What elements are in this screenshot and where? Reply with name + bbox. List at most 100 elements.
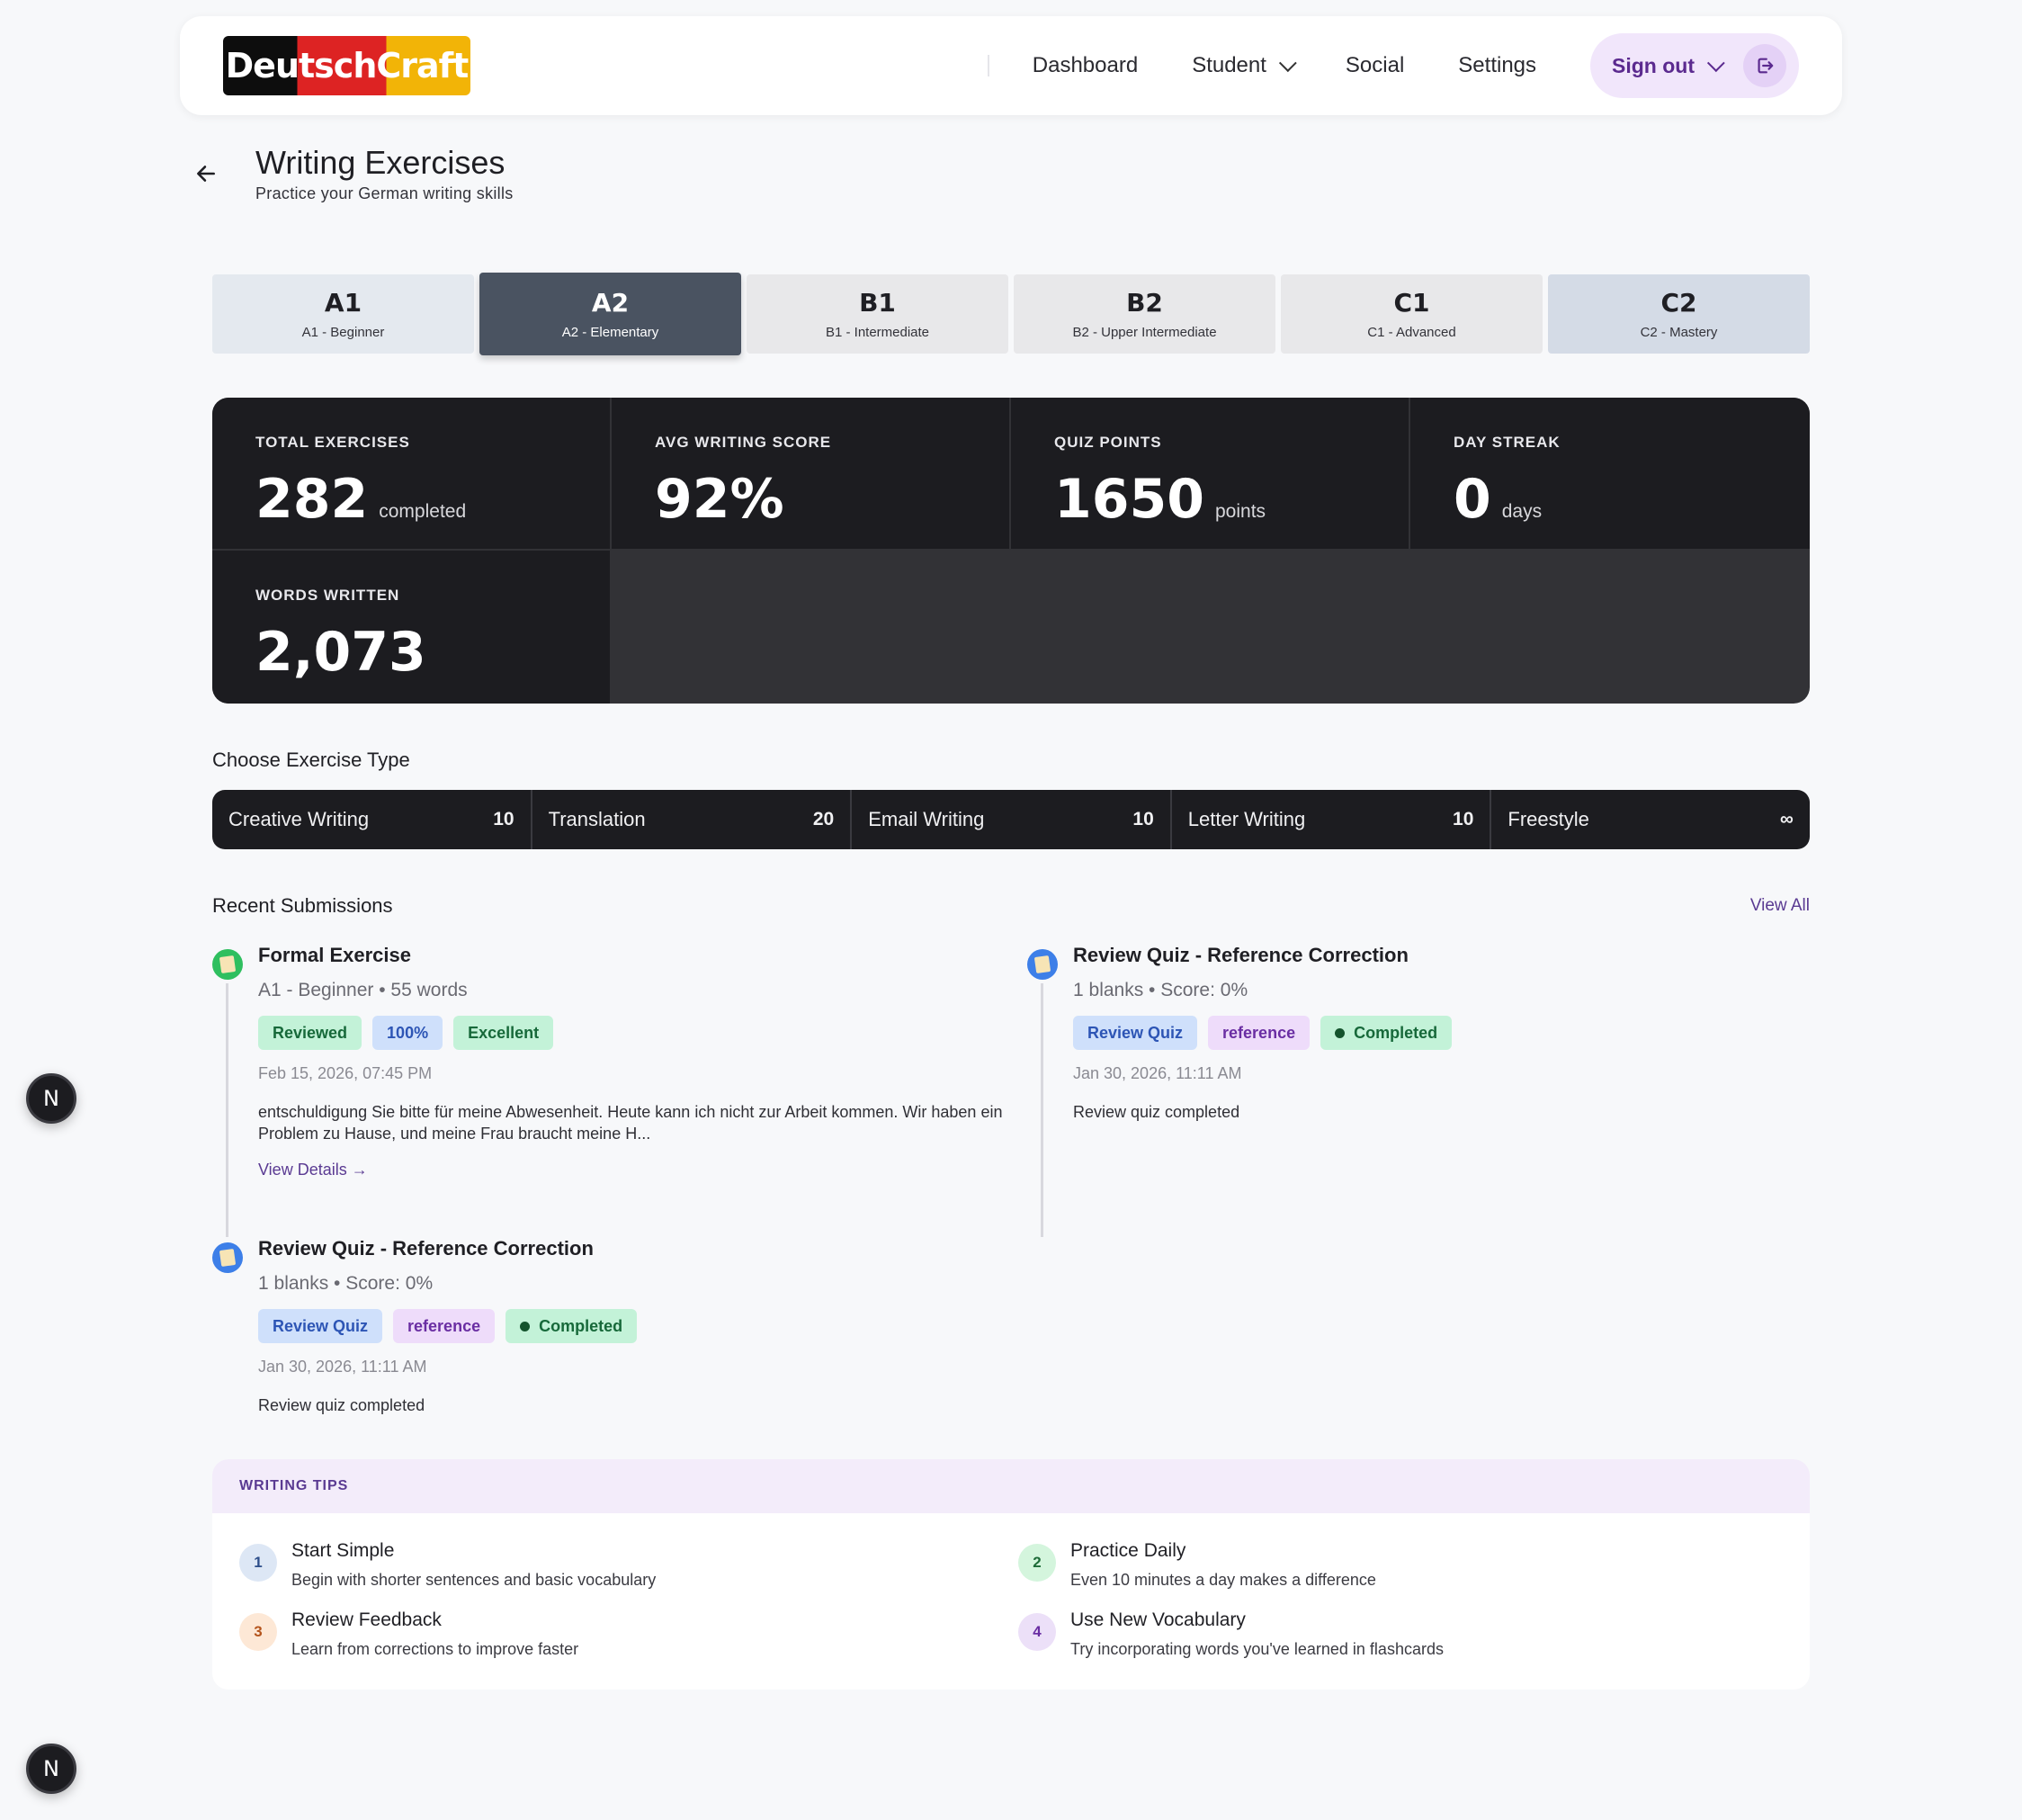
level-code: B1 [859, 288, 896, 318]
exercise-type-email-writing[interactable]: Email Writing 10 [852, 790, 1172, 849]
stat-avg-writing-score: AVG WRITING SCORE 92% [612, 398, 1009, 549]
level-code: C1 [1393, 288, 1430, 318]
submission-excerpt: Review quiz completed [258, 1396, 425, 1414]
level-tab-a2[interactable]: A2 A2 - Elementary [479, 273, 741, 355]
tip-item: 3 Review Feedback Learn from corrections … [239, 1609, 578, 1659]
level-name: B2 - Upper Intermediate [1072, 325, 1217, 340]
stat-value: 92% [655, 468, 784, 531]
tip-title: Use New Vocabulary [1070, 1609, 1246, 1630]
view-details-link[interactable]: View Details → [258, 1161, 1005, 1179]
brand-logo[interactable]: DeutschCraft [223, 36, 470, 95]
submission-item: Review Quiz - Reference Correction 1 bla… [1027, 944, 1801, 1237]
exercise-type-count: ∞ [1779, 809, 1794, 829]
brand-logo-text: DeutschCraft [225, 46, 470, 85]
level-name: B1 - Intermediate [825, 325, 930, 340]
tip-item: 4 Use New Vocabulary Try incorporating wo… [1018, 1609, 1444, 1659]
document-icon [1027, 949, 1058, 980]
exercise-type-translation[interactable]: Translation 20 [532, 790, 853, 849]
top-navbar: DeutschCraft Dashboard Student Social Se… [180, 16, 1842, 115]
exercise-type-letter-writing[interactable]: Letter Writing 10 [1172, 790, 1492, 849]
level-code: C2 [1660, 288, 1697, 318]
stat-label: WORDS WRITTEN [255, 587, 400, 604]
score-badge: 100% [372, 1016, 443, 1050]
exercise-type-heading: Choose Exercise Type [212, 749, 410, 771]
level-tab-b1[interactable]: B1 B1 - Intermediate [747, 274, 1008, 354]
page-subtitle: Practice your German writing skills [255, 184, 514, 202]
tip-number: 4 [1018, 1613, 1056, 1651]
stat-value: 0 [1454, 468, 1491, 531]
submission-date: Jan 30, 2026, 11:11 AM [258, 1358, 427, 1376]
exercise-type-freestyle[interactable]: Freestyle ∞ [1491, 790, 1810, 849]
submission-title: Review Quiz - Reference Correction [1073, 944, 1409, 966]
exercise-type-creative-writing[interactable]: Creative Writing 10 [212, 790, 532, 849]
rating-badge: Excellent [453, 1016, 554, 1050]
stat-unit: completed [379, 501, 467, 522]
stat-label: DAY STREAK [1454, 434, 1561, 451]
category-badge: reference [1208, 1016, 1311, 1050]
exercise-type-label: Freestyle [1508, 808, 1589, 830]
nav-student-dropdown[interactable]: Student [1192, 53, 1297, 78]
stat-words-written: WORDS WRITTEN 2,073 [212, 551, 610, 704]
dev-tools-badge[interactable]: N [26, 1073, 76, 1124]
submission-excerpt: Review quiz completed [1073, 1103, 1240, 1121]
nav-social[interactable]: Social [1346, 53, 1404, 78]
exercise-type-count: 10 [1132, 809, 1154, 829]
view-all-link[interactable]: View All [1750, 896, 1810, 916]
nav-divider [987, 55, 989, 76]
level-name: A2 - Elementary [561, 325, 659, 340]
submission-title: Formal Exercise [258, 944, 411, 966]
stat-unit: points [1215, 501, 1266, 522]
stats-panel: TOTAL EXERCISES 282 completed AVG WRITING… [212, 398, 1810, 704]
level-code: B2 [1126, 288, 1163, 318]
stat-unit: days [1501, 501, 1543, 522]
stat-label: QUIZ POINTS [1054, 434, 1162, 451]
writing-tips-heading: WRITING TIPS [212, 1459, 1810, 1513]
stat-quiz-points: QUIZ POINTS 1650 points [1011, 398, 1409, 549]
exercise-type-count: 10 [493, 809, 514, 829]
tip-description: Learn from corrections to improve faster [291, 1640, 579, 1658]
nav-settings[interactable]: Settings [1458, 53, 1536, 78]
level-tab-b2[interactable]: B2 B2 - Upper Intermediate [1014, 274, 1275, 354]
tip-title: Review Feedback [291, 1609, 442, 1630]
recent-submissions-heading: Recent Submissions [212, 894, 393, 917]
writing-tips-panel: WRITING TIPS 1 Start Simple Begin with sh… [212, 1459, 1810, 1690]
submission-item: Review Quiz - Reference Correction 1 bla… [212, 1237, 1004, 1422]
chevron-down-icon [1706, 54, 1725, 73]
tip-item: 2 Practice Daily Even 10 minutes a day ma… [1018, 1540, 1376, 1590]
tip-description: Begin with shorter sentences and basic v… [291, 1571, 657, 1589]
nav-dashboard[interactable]: Dashboard [1033, 53, 1138, 78]
document-icon [212, 949, 243, 980]
sign-out-button[interactable]: Sign out [1590, 33, 1799, 98]
status-badge: Completed [1320, 1016, 1453, 1050]
stat-label: TOTAL EXERCISES [255, 434, 410, 451]
tip-title: Practice Daily [1070, 1540, 1186, 1561]
tip-description: Try incorporating words you've learned i… [1070, 1640, 1444, 1658]
tip-title: Start Simple [291, 1540, 395, 1561]
status-label: Completed [539, 1316, 623, 1335]
exercise-type-count: 20 [812, 809, 835, 829]
submission-date: Feb 15, 2026, 07:45 PM [258, 1064, 433, 1082]
exercise-type-bar: Creative Writing 10 Translation 20 Email W… [212, 790, 1810, 849]
logout-icon[interactable] [1743, 44, 1786, 87]
dev-tools-badge[interactable]: N [26, 1744, 76, 1794]
nav-student-label: Student [1192, 53, 1266, 77]
stat-total-exercises: TOTAL EXERCISES 282 completed [212, 398, 610, 549]
category-badge: reference [393, 1309, 496, 1343]
submission-meta: 1 blanks • Score: 0% [258, 1273, 434, 1294]
status-dot-icon [1335, 1027, 1346, 1038]
nav-dashboard-label: Dashboard [1032, 53, 1139, 77]
submission-title: Review Quiz - Reference Correction [258, 1237, 594, 1260]
level-name: C2 - Mastery [1640, 325, 1718, 340]
nav-settings-label: Settings [1458, 53, 1537, 77]
status-badge: Reviewed [258, 1016, 362, 1050]
tip-number: 3 [239, 1613, 277, 1651]
level-tab-a1[interactable]: A1 A1 - Beginner [212, 274, 474, 354]
submission-item: Formal Exercise A1 - Beginner • 55 words… [212, 944, 1005, 1237]
submission-meta: A1 - Beginner • 55 words [258, 980, 468, 1000]
level-tab-c2[interactable]: C2 C2 - Mastery [1548, 274, 1810, 354]
level-name: C1 - Advanced [1367, 325, 1456, 340]
level-tab-c1[interactable]: C1 C1 - Advanced [1281, 274, 1543, 354]
back-arrow-icon[interactable] [194, 158, 218, 193]
status-dot-icon [520, 1321, 531, 1331]
tip-number: 2 [1018, 1544, 1056, 1582]
